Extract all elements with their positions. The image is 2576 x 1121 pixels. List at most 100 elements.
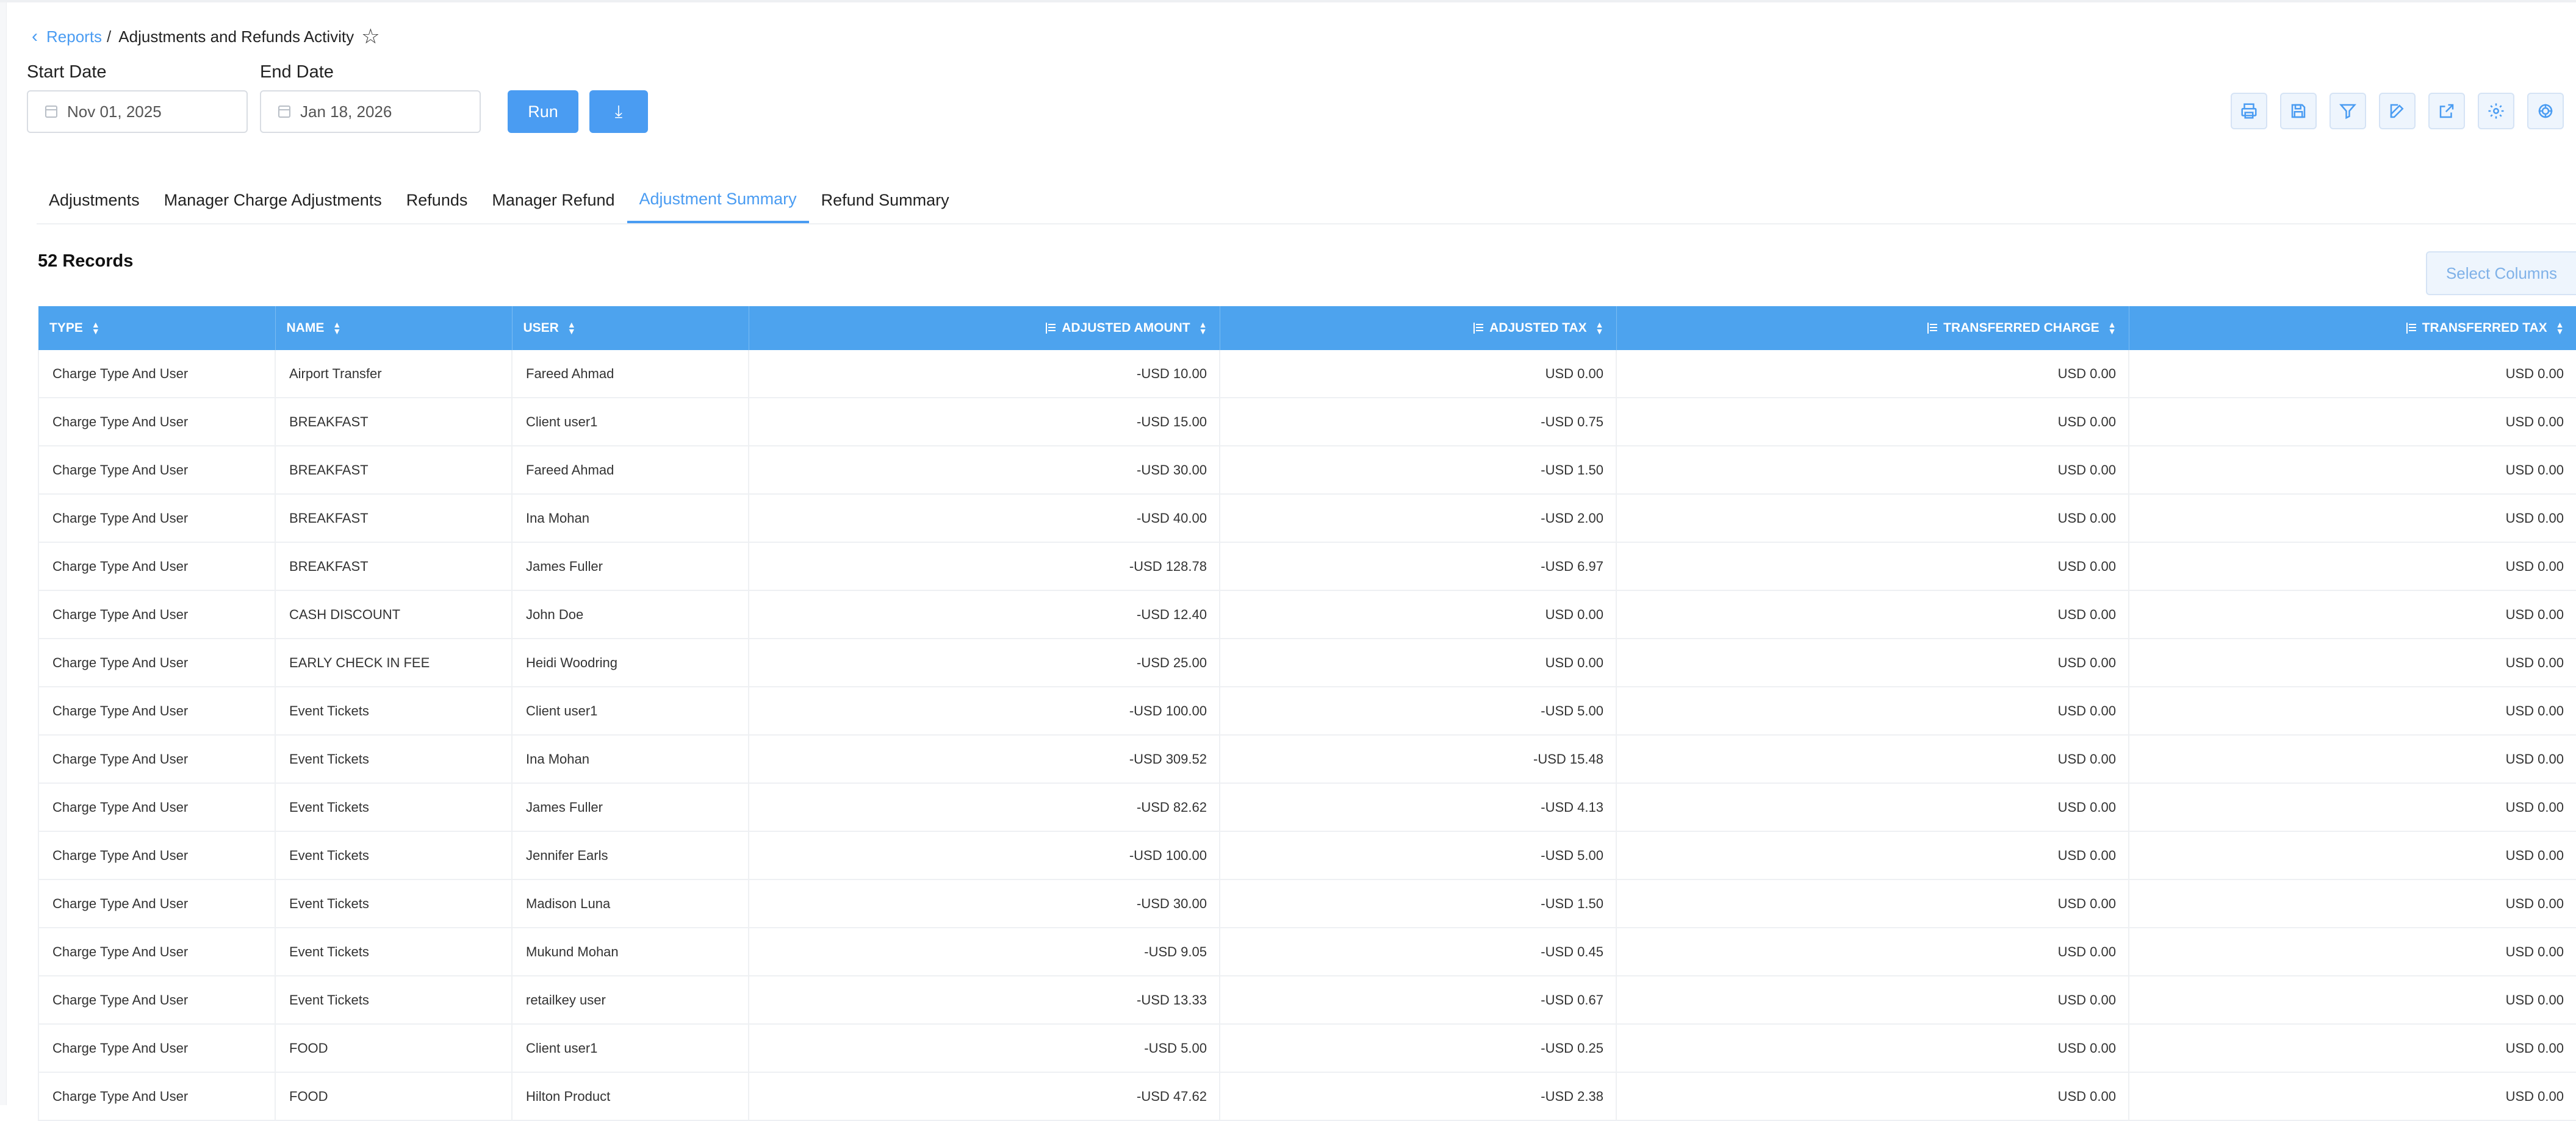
- cell-user: Mukund Mohan: [512, 928, 749, 976]
- cell-user: John Doe: [512, 590, 749, 639]
- cell-adjusted-amount: -USD 128.78: [749, 542, 1220, 591]
- sort-icon[interactable]: ▲ ▼: [2108, 320, 2117, 335]
- table-row[interactable]: Charge Type And User BREAKFAST James Fulle…: [38, 542, 2576, 591]
- table-row[interactable]: Charge Type And User BREAKFAST Fareed Ahma…: [38, 446, 2576, 495]
- cell-name: BREAKFAST: [275, 398, 513, 446]
- tab-adjustment-summary[interactable]: Adjustment Summary: [627, 177, 809, 223]
- print-button[interactable]: [2231, 93, 2267, 129]
- column-header-user[interactable]: USER ▲ ▼: [512, 306, 749, 350]
- sort-icon[interactable]: ▲ ▼: [1596, 320, 1604, 335]
- cell-adjusted-tax: USD 0.00: [1220, 350, 1617, 398]
- manage-button[interactable]: [2527, 93, 2564, 129]
- adjustment-summary-table: TYPE ▲ ▼ NAME ▲ ▼ USER ▲ ▼ ADJUSTED AMOUNT ▲ ▼ A…: [38, 306, 2576, 1121]
- table-row[interactable]: Charge Type And User Airport Transfer Fare…: [38, 350, 2576, 398]
- filter-button[interactable]: [2330, 93, 2366, 129]
- table-row[interactable]: Charge Type And User FOOD Client user1 -USD…: [38, 1024, 2576, 1073]
- report-tabs: Adjustments Manager Charge Adjustments R…: [37, 177, 962, 223]
- download-button[interactable]: ⤓: [589, 90, 648, 133]
- cell-type: Charge Type And User: [38, 590, 276, 639]
- table-row[interactable]: Charge Type And User Event Tickets James F…: [38, 783, 2576, 832]
- cell-adjusted-amount: -USD 5.00: [749, 1024, 1220, 1073]
- sort-icon[interactable]: ▲ ▼: [333, 320, 341, 335]
- column-menu-icon[interactable]: [1473, 323, 1484, 334]
- cell-name: FOOD: [275, 1072, 513, 1121]
- save-button[interactable]: [2280, 93, 2317, 129]
- settings-button[interactable]: [2478, 93, 2514, 129]
- column-header-transferred-charge[interactable]: TRANSFERRED CHARGE ▲ ▼: [1616, 306, 2129, 350]
- cell-type: Charge Type And User: [38, 639, 276, 687]
- column-header-name[interactable]: NAME ▲ ▼: [275, 306, 513, 350]
- cell-name: Event Tickets: [275, 735, 513, 784]
- cell-user: Jennifer Earls: [512, 831, 749, 880]
- chevron-left-icon[interactable]: ‹: [32, 27, 38, 46]
- cell-user: Client user1: [512, 687, 749, 736]
- cell-adjusted-amount: -USD 10.00: [749, 350, 1220, 398]
- run-button[interactable]: Run: [508, 90, 578, 133]
- end-date-input[interactable]: Jan 18, 2026: [260, 90, 481, 133]
- column-header-adjusted-tax[interactable]: ADJUSTED TAX ▲ ▼: [1220, 306, 1617, 350]
- select-columns-button[interactable]: Select Columns: [2426, 251, 2576, 295]
- edit-button[interactable]: [2379, 93, 2416, 129]
- table-row[interactable]: Charge Type And User Event Tickets retailk…: [38, 976, 2576, 1025]
- cell-transferred-tax: USD 0.00: [2129, 976, 2576, 1025]
- print-icon: [2241, 103, 2257, 119]
- start-date-input[interactable]: Nov 01, 2025: [27, 90, 248, 133]
- cell-adjusted-tax: -USD 2.00: [1220, 494, 1617, 543]
- cell-transferred-tax: USD 0.00: [2129, 590, 2576, 639]
- cell-name: Event Tickets: [275, 783, 513, 832]
- cell-transferred-charge: USD 0.00: [1616, 879, 2129, 928]
- table-row[interactable]: Charge Type And User BREAKFAST Ina Mohan -U…: [38, 494, 2576, 543]
- cell-transferred-charge: USD 0.00: [1616, 350, 2129, 398]
- sort-icon[interactable]: ▲ ▼: [2556, 320, 2564, 335]
- star-icon[interactable]: ☆: [361, 26, 380, 47]
- cell-adjusted-tax: -USD 5.00: [1220, 687, 1617, 736]
- table-row[interactable]: Charge Type And User Event Tickets Jennife…: [38, 831, 2576, 880]
- tab-adjustments[interactable]: Adjustments: [37, 177, 152, 223]
- table-row[interactable]: Charge Type And User BREAKFAST Client user…: [38, 398, 2576, 446]
- cell-type: Charge Type And User: [38, 831, 276, 880]
- cell-adjusted-amount: -USD 9.05: [749, 928, 1220, 976]
- calendar-icon: [278, 106, 290, 118]
- column-menu-icon[interactable]: [2406, 323, 2417, 334]
- save-icon: [2291, 104, 2306, 118]
- cell-user: James Fuller: [512, 783, 749, 832]
- cell-transferred-tax: USD 0.00: [2129, 687, 2576, 736]
- tab-refund-summary[interactable]: Refund Summary: [809, 177, 962, 223]
- table-row[interactable]: Charge Type And User CASH DISCOUNT John Do…: [38, 590, 2576, 639]
- tab-refunds[interactable]: Refunds: [394, 177, 480, 223]
- share-button[interactable]: [2428, 93, 2465, 129]
- manage-icon: [2538, 104, 2553, 118]
- tab-manager-refund[interactable]: Manager Refund: [480, 177, 627, 223]
- sort-icon[interactable]: ▲ ▼: [567, 320, 576, 335]
- column-menu-icon[interactable]: [1927, 323, 1938, 334]
- breadcrumb-reports-link[interactable]: Reports: [46, 27, 102, 46]
- column-header-adjusted-amount[interactable]: ADJUSTED AMOUNT ▲ ▼: [749, 306, 1220, 350]
- cell-adjusted-amount: -USD 309.52: [749, 735, 1220, 784]
- table-row[interactable]: Charge Type And User Event Tickets Mukund …: [38, 928, 2576, 976]
- page-title: Adjustments and Refunds Activity: [118, 27, 354, 46]
- cell-type: Charge Type And User: [38, 735, 276, 784]
- cell-user: Hilton Product: [512, 1072, 749, 1121]
- share-icon: [2439, 104, 2454, 118]
- cell-adjusted-amount: -USD 47.62: [749, 1072, 1220, 1121]
- cell-adjusted-amount: -USD 40.00: [749, 494, 1220, 543]
- column-header-type[interactable]: TYPE ▲ ▼: [38, 306, 276, 350]
- cell-user: Madison Luna: [512, 879, 749, 928]
- column-menu-icon[interactable]: [1046, 323, 1057, 334]
- table-row[interactable]: Charge Type And User EARLY CHECK IN FEE He…: [38, 639, 2576, 687]
- table-row[interactable]: Charge Type And User Event Tickets Ina Moh…: [38, 735, 2576, 784]
- calendar-icon: [45, 106, 57, 118]
- cell-user: Fareed Ahmad: [512, 350, 749, 398]
- table-row[interactable]: Charge Type And User Event Tickets Client …: [38, 687, 2576, 736]
- cell-adjusted-tax: -USD 1.50: [1220, 446, 1617, 495]
- cell-transferred-tax: USD 0.00: [2129, 1072, 2576, 1121]
- table-row[interactable]: Charge Type And User Event Tickets Madison…: [38, 879, 2576, 928]
- sort-icon[interactable]: ▲ ▼: [92, 320, 100, 335]
- table-row[interactable]: Charge Type And User FOOD Hilton Product -U…: [38, 1072, 2576, 1121]
- filter-icon: [2339, 104, 2357, 120]
- tab-manager-charge-adjustments[interactable]: Manager Charge Adjustments: [152, 177, 394, 223]
- column-header-transferred-tax[interactable]: TRANSFERRED TAX ▲ ▼: [2129, 306, 2576, 350]
- cell-user: Client user1: [512, 1024, 749, 1073]
- cell-adjusted-amount: -USD 13.33: [749, 976, 1220, 1025]
- sort-icon[interactable]: ▲ ▼: [1199, 320, 1207, 335]
